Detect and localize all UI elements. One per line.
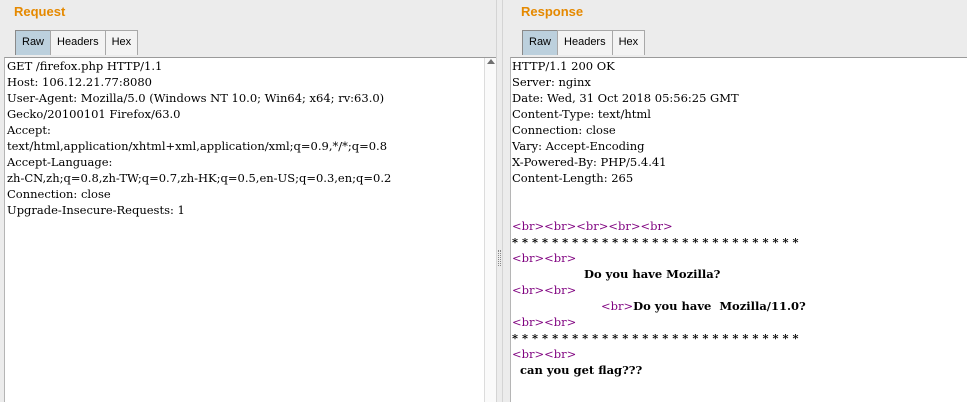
body-line: <br><br><br><br><br>	[512, 218, 806, 234]
request-tab-raw[interactable]: Raw	[15, 30, 52, 55]
request-text[interactable]: GET /firefox.php HTTP/1.1 Host: 106.12.2…	[7, 58, 391, 218]
body-line: <br><br>	[512, 346, 806, 362]
flag-line: can you get flag???	[512, 362, 806, 378]
request-line: Accept:	[7, 123, 51, 137]
flag-text: can you get flag???	[520, 363, 643, 377]
request-raw-editor[interactable]: GET /firefox.php HTTP/1.1 Host: 106.12.2…	[4, 57, 496, 402]
panel-splitter[interactable]	[496, 0, 503, 402]
body-line: <br><br>	[512, 282, 806, 298]
html-tag: <br><br>	[512, 315, 577, 329]
request-line: GET /firefox.php HTTP/1.1	[7, 59, 163, 73]
response-tabs: Raw Headers Hex	[522, 30, 646, 55]
request-tab-hex[interactable]: Hex	[104, 30, 139, 55]
request-line: Upgrade-Insecure-Requests: 1	[7, 203, 185, 217]
response-text[interactable]: HTTP/1.1 200 OK Server: nginx Date: Wed,…	[512, 58, 806, 378]
response-header-line: Date: Wed, 31 Oct 2018 05:56:25 GMT	[512, 91, 739, 105]
request-line: Gecko/20100101 Firefox/63.0	[7, 107, 181, 121]
request-line: User-Agent: Mozilla/5.0 (Windows NT 10.0…	[7, 91, 385, 105]
request-tabs: Raw Headers Hex	[15, 30, 139, 55]
response-header-line: HTTP/1.1 200 OK	[512, 59, 615, 73]
response-tab-headers[interactable]: Headers	[557, 30, 613, 55]
request-title: Request	[14, 4, 66, 19]
response-raw-viewer[interactable]: HTTP/1.1 200 OK Server: nginx Date: Wed,…	[510, 57, 967, 402]
request-scrollbar[interactable]	[484, 58, 496, 402]
html-tag: <br><br>	[512, 251, 577, 265]
request-line: Host: 106.12.21.77:8080	[7, 75, 152, 89]
request-line: Accept-Language:	[7, 155, 113, 169]
request-line: Connection: close	[7, 187, 111, 201]
response-header-line: Content-Type: text/html	[512, 107, 651, 121]
response-header-line: Content-Length: 265	[512, 171, 634, 185]
stars-line: * * * * * * * * * * * * * * * * * * * * …	[512, 331, 799, 345]
response-tab-raw[interactable]: Raw	[522, 30, 559, 55]
html-tag: <br>	[601, 299, 634, 313]
body-line: Do you have Mozilla?	[512, 266, 806, 282]
request-line: zh-CN,zh;q=0.8,zh-TW;q=0.7,zh-HK;q=0.5,e…	[7, 171, 392, 185]
response-header-line: Vary: Accept-Encoding	[512, 139, 645, 153]
response-panel: Response Raw Headers Hex HTTP/1.1 200 OK…	[503, 0, 967, 402]
question-text: Do you have Mozilla?	[584, 267, 721, 281]
body-line: <br><br>	[512, 314, 806, 330]
splitter-grip-icon[interactable]	[498, 250, 501, 266]
question-text: Do you have Mozilla/11.0?	[633, 299, 806, 313]
stars-line: * * * * * * * * * * * * * * * * * * * * …	[512, 235, 799, 249]
response-tab-hex[interactable]: Hex	[611, 30, 646, 55]
body-line: <br><br>	[512, 250, 806, 266]
html-tag: <br><br><br><br><br>	[512, 219, 673, 233]
request-panel: Request Raw Headers Hex GET /firefox.php…	[0, 0, 496, 402]
response-header-line: Connection: close	[512, 123, 616, 137]
body-line: <br>Do you have Mozilla/11.0?	[512, 298, 806, 314]
html-tag: <br><br>	[512, 283, 577, 297]
request-line: text/html,application/xhtml+xml,applicat…	[7, 139, 388, 153]
request-tab-headers[interactable]: Headers	[50, 30, 106, 55]
response-header-line: Server: nginx	[512, 75, 591, 89]
html-tag: <br><br>	[512, 347, 577, 361]
response-header-line: X-Powered-By: PHP/5.4.41	[512, 155, 667, 169]
response-title: Response	[521, 4, 584, 19]
scroll-up-arrow-icon[interactable]	[487, 59, 495, 64]
